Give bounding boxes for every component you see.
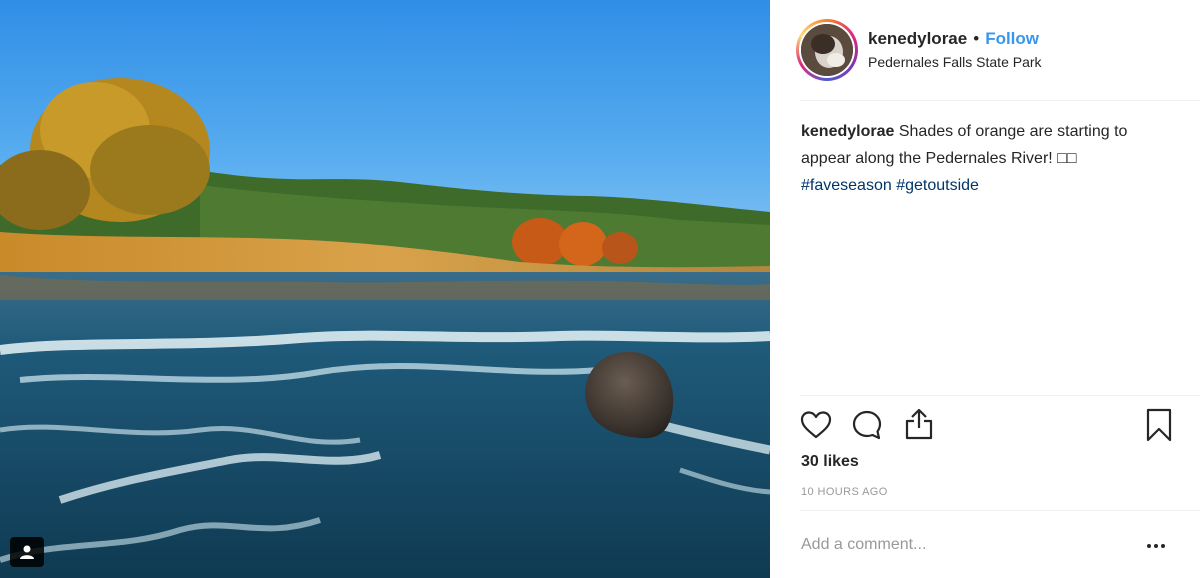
- story-ring[interactable]: [796, 19, 858, 81]
- follow-button[interactable]: Follow: [985, 29, 1039, 48]
- username-link[interactable]: kenedylorae: [868, 29, 967, 48]
- share-icon: [905, 408, 933, 440]
- bookmark-icon: [1146, 408, 1172, 442]
- comment-input[interactable]: [801, 528, 1121, 562]
- hashtag-link[interactable]: #getoutside: [896, 177, 979, 194]
- location-link[interactable]: Pedernales Falls State Park: [868, 54, 1042, 70]
- caption-username[interactable]: kenedylorae: [801, 123, 894, 140]
- user-line: kenedylorae • Follow: [868, 29, 1039, 49]
- divider: [800, 395, 1200, 396]
- hashtag-link[interactable]: #faveseason: [801, 177, 892, 194]
- divider: [800, 100, 1200, 101]
- likes-count[interactable]: 30 likes: [801, 453, 859, 471]
- post-photo[interactable]: [0, 0, 770, 578]
- post-timestamp[interactable]: 10 HOURS AGO: [801, 486, 888, 498]
- comment-button[interactable]: [850, 408, 884, 442]
- divider: [800, 510, 1200, 511]
- share-button[interactable]: [902, 406, 936, 442]
- like-button[interactable]: [799, 408, 833, 442]
- post-header: kenedylorae • Follow Pedernales Falls Stat…: [770, 0, 1200, 101]
- profile-photo: [801, 24, 853, 76]
- post-panel: kenedylorae • Follow Pedernales Falls Stat…: [770, 0, 1200, 578]
- separator-dot: •: [973, 29, 980, 48]
- more-options-icon: [1147, 544, 1151, 548]
- avatar[interactable]: [801, 24, 853, 76]
- tag-people-button[interactable]: [10, 537, 44, 567]
- heart-icon: [800, 411, 832, 439]
- post-caption: kenedylorae Shades of orange are startin…: [801, 118, 1181, 199]
- user-tag-icon: [20, 545, 34, 559]
- comment-bubble-icon: [852, 410, 882, 440]
- more-options-button[interactable]: [1142, 536, 1170, 556]
- save-button[interactable]: [1142, 406, 1176, 444]
- river-landscape-image: [0, 0, 770, 578]
